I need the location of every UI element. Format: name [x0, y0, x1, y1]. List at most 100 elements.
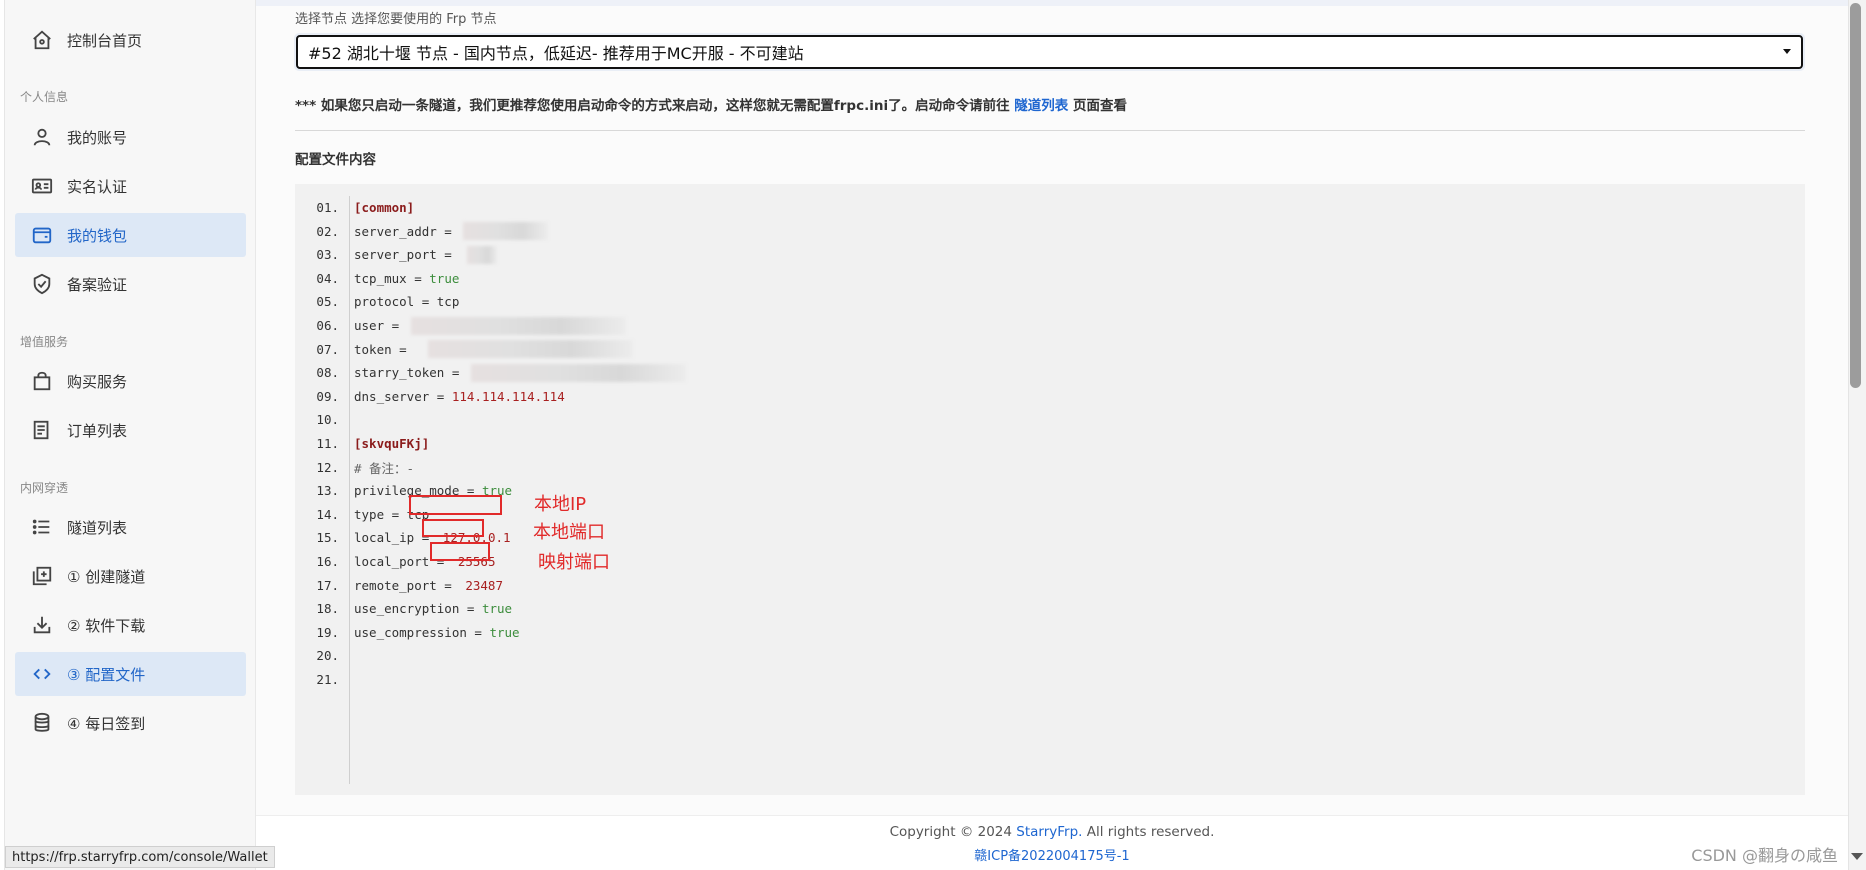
receipt-icon	[31, 419, 53, 441]
sidebar-item-label: 订单列表	[67, 421, 128, 440]
line-number: 11.	[316, 436, 339, 451]
line-number: 12.	[316, 459, 339, 475]
code-line: 10.	[295, 408, 354, 431]
status-bar-url: https://frp.starryfrp.com/console/Wallet	[5, 846, 275, 868]
database-icon	[31, 712, 53, 734]
code-text: protocol = tcp	[354, 294, 460, 310]
node-select[interactable]: #52 湖北十堰 节点 - 国内节点，低延迟- 推荐用于MC开服 - 不可建站	[296, 35, 1803, 69]
sidebar-item-filing[interactable]: 备案验证	[15, 262, 246, 306]
copyright: Copyright © 2024 StarryFrp. All rights r…	[889, 824, 1215, 840]
annotation-local-port: 本地端口	[533, 522, 605, 543]
annotation-local-ip: 本地IP	[534, 494, 587, 515]
node-select-label: 选择节点 选择您要使用的 Frp 节点	[295, 12, 497, 27]
code-text: # 备注：-	[354, 460, 415, 476]
divider	[295, 130, 1805, 131]
local-ip-highlight-box	[409, 495, 502, 515]
chevron-down-icon	[1783, 49, 1791, 54]
code-text: server_port =	[354, 247, 460, 263]
line-number: 09.	[316, 388, 339, 404]
code-text: tcp_mux =	[354, 270, 430, 286]
scroll-down-arrow-icon[interactable]	[1851, 853, 1863, 860]
sidebar-item-download[interactable]: ② 软件下载	[15, 603, 246, 647]
sidebar-item-label: 实名认证	[67, 177, 128, 196]
code-text: token =	[354, 341, 415, 357]
code-line: 08. starry_token =	[295, 361, 686, 384]
id-card-icon	[31, 175, 53, 197]
sidebar-item-label: 我的账号	[67, 128, 128, 147]
code-line: 20.	[295, 644, 354, 667]
icp-link[interactable]: 赣ICP备2022004175号-1	[256, 845, 1848, 864]
notice-text: *** 如果您只启动一条隧道，我们更推荐您使用启动命令的方式来启动，这样您就无需…	[295, 98, 1127, 114]
brand-link[interactable]: StarryFrp.	[1016, 824, 1082, 840]
code-text: [common]	[354, 200, 415, 215]
code-text: remote_port =	[354, 577, 460, 593]
code-line: 18. use_encryption = true	[295, 597, 512, 620]
code-line: 01. [common]	[295, 196, 414, 219]
code-value: 114.114.114.114	[451, 388, 565, 404]
main-content: 选择节点 选择您要使用的 Frp 节点 #52 湖北十堰 节点 - 国内节点，低…	[256, 0, 1848, 870]
sidebar-item-realname[interactable]: 实名认证	[15, 164, 246, 208]
sidebar-item-orders[interactable]: 订单列表	[15, 408, 246, 452]
watermark: CSDN @翻身の咸鱼	[1691, 846, 1838, 865]
line-number: 14.	[316, 506, 339, 522]
line-number: 02.	[316, 223, 339, 239]
tunnel-list-link[interactable]: 隧道列表	[1014, 98, 1068, 114]
line-number: 17.	[316, 577, 339, 593]
line-number: 13.	[316, 483, 339, 499]
line-number: 01.	[316, 200, 339, 215]
sidebar-item-label: 隧道列表	[67, 518, 128, 537]
node-select-value: #52 湖北十堰 节点 - 国内节点，低延迟- 推荐用于MC开服 - 不可建站	[308, 44, 804, 63]
code-value: true	[429, 270, 460, 286]
sidebar-item-dashboard[interactable]: 控制台首页	[15, 18, 246, 62]
home-icon	[31, 29, 53, 51]
sidebar-item-create-tunnel[interactable]: ① 创建隧道	[15, 554, 246, 598]
sidebar-item-config[interactable]: ③ 配置文件	[15, 652, 246, 696]
sidebar-item-account[interactable]: 我的账号	[15, 115, 246, 159]
code-line: 06. user =	[295, 314, 626, 337]
sidebar-item-buy[interactable]: 购买服务	[15, 359, 246, 403]
shield-check-icon	[31, 273, 53, 295]
sidebar-item-label: 控制台首页	[67, 31, 143, 50]
line-number: 05.	[316, 294, 339, 310]
redacted-value	[410, 316, 626, 335]
line-number: 07.	[316, 341, 339, 357]
code-value: true	[481, 601, 513, 617]
local-port-highlight-box	[422, 519, 484, 537]
code-line: 21.	[295, 668, 354, 691]
annotation-remote-port: 映射端口	[538, 552, 610, 573]
line-number: 16.	[316, 554, 339, 569]
line-number: 08.	[316, 365, 339, 381]
user-icon	[31, 126, 53, 148]
line-number: 20.	[316, 648, 339, 664]
scrollbar-thumb[interactable]	[1850, 3, 1861, 388]
redacted-value	[428, 340, 634, 359]
code-line: 02. server_addr =	[295, 220, 549, 243]
code-text: use_compression =	[354, 624, 490, 640]
code-line: 09. dns_server = 114.114.114.114	[295, 385, 565, 408]
code-icon	[31, 663, 53, 685]
line-number: 03.	[316, 247, 339, 263]
sidebar-item-label: ② 软件下载	[67, 616, 146, 635]
sidebar-item-label: ① 创建隧道	[67, 567, 146, 586]
code-text: user =	[354, 318, 407, 333]
sidebar-item-wallet[interactable]: 我的钱包	[15, 213, 246, 257]
code-text: use_encryption =	[354, 601, 482, 617]
sidebar-item-tunnels[interactable]: 隧道列表	[15, 505, 246, 549]
sidebar-item-checkin[interactable]: ④ 每日签到	[15, 701, 246, 745]
add-box-icon	[31, 565, 53, 587]
line-number: 06.	[316, 318, 339, 333]
code-text: [skvquFKj]	[354, 436, 430, 451]
code-line: 04. tcp_mux = true	[295, 267, 459, 290]
line-number: 04.	[316, 270, 339, 286]
section-label-personal: 个人信息	[20, 90, 69, 104]
code-line: 03. server_port =	[295, 243, 498, 266]
sidebar-item-label: ③ 配置文件	[67, 665, 146, 684]
line-number: 10.	[316, 412, 339, 428]
sidebar-item-label: 备案验证	[67, 275, 128, 294]
redacted-value	[470, 363, 686, 382]
wallet-icon	[31, 224, 53, 246]
redacted-value	[463, 222, 549, 241]
code-line: 17. remote_port = 23487	[295, 574, 503, 597]
code-text: server_addr =	[354, 223, 460, 239]
config-title: 配置文件内容	[295, 152, 376, 168]
